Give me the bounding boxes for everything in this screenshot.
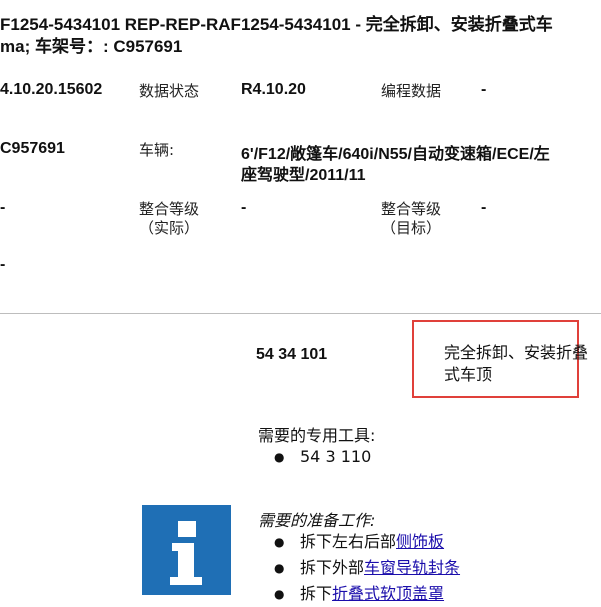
info-icon-dot — [178, 521, 196, 537]
data-version-value: 4.10.20.15602 — [0, 81, 103, 98]
procedure-title: 完全拆卸、安装折叠式车顶 — [444, 343, 589, 384]
prep-list: ● 拆下左右后部侧饰板 ● 拆下外部车窗导轨封条 ● 拆下折叠式软顶盖罩 — [270, 529, 460, 607]
vin-value: C957691 — [0, 140, 65, 157]
list-item: ● 拆下左右后部侧饰板 — [270, 529, 460, 555]
section-divider — [0, 313, 601, 314]
prep-item-prefix: 拆下左右后部 — [300, 532, 397, 551]
prep-item-prefix: 拆下 — [300, 584, 333, 603]
data-status-value: R4.10.20 — [241, 81, 306, 98]
info-icon-stem — [170, 543, 202, 585]
dash-value-2: - — [0, 256, 6, 273]
prep-item-prefix: 拆下外部 — [300, 558, 365, 577]
prep-heading: 需要的准备工作: — [258, 511, 376, 530]
bullet-icon: ● — [274, 587, 285, 601]
programming-data-label: 编程数据 — [381, 82, 442, 100]
integration-target-value: - — [481, 199, 487, 216]
data-status-label: 数据状态 — [139, 82, 200, 100]
tools-list: ● 54 3 110 — [270, 444, 371, 470]
tools-heading: 需要的专用工具: — [258, 426, 376, 445]
window-seal-link[interactable]: 车窗导轨封条 — [364, 558, 460, 577]
bullet-icon: ● — [274, 450, 285, 464]
bullet-icon: ● — [274, 561, 285, 575]
bullet-icon: ● — [274, 535, 285, 549]
integration-target-label-2: （目标） — [381, 219, 442, 237]
vehicle-value-line-2: 座驾驶型/2011/11 — [241, 167, 366, 184]
list-item: ● 拆下外部车窗导轨封条 — [270, 555, 460, 581]
side-trim-link[interactable]: 侧饰板 — [396, 532, 444, 551]
dash-value-1: - — [0, 199, 6, 216]
integration-actual-label-2: （实际） — [139, 219, 200, 237]
integration-actual-value: - — [241, 199, 247, 216]
integration-target-label-1: 整合等级 — [381, 200, 442, 218]
soft-top-cover-link[interactable]: 折叠式软顶盖罩 — [332, 584, 444, 603]
tool-number: 54 3 110 — [300, 447, 372, 466]
info-icon — [142, 505, 231, 595]
header-line-2: ma; 车架号：: C957691 — [0, 37, 183, 56]
vehicle-label: 车辆: — [139, 141, 175, 159]
list-item: ● 拆下折叠式软顶盖罩 — [270, 581, 460, 607]
programming-data-value: - — [481, 81, 487, 98]
integration-actual-label-1: 整合等级 — [139, 200, 200, 218]
list-item: ● 54 3 110 — [270, 444, 371, 470]
procedure-number: 54 34 101 — [256, 346, 328, 363]
